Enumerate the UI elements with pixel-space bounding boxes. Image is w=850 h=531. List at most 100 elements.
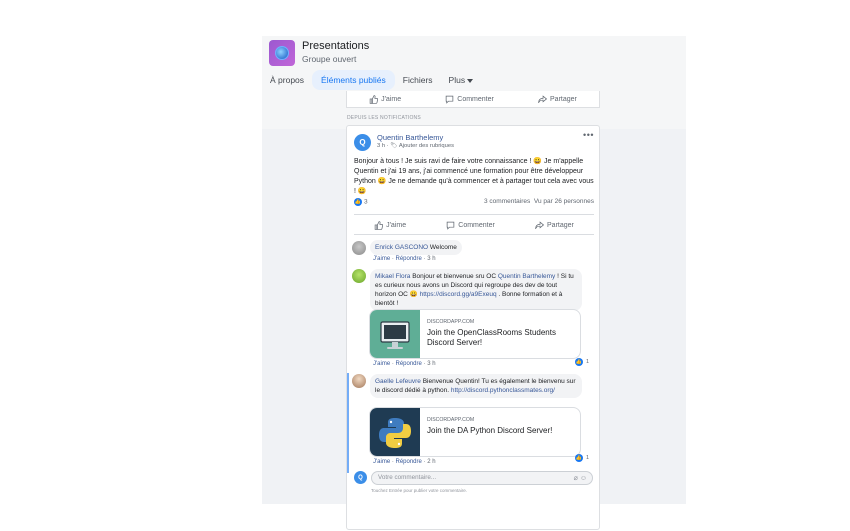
- divider: [354, 234, 594, 235]
- globe-icon: [275, 46, 289, 60]
- group-tabs: À propos Éléments publiés Fichiers Plus: [262, 69, 686, 91]
- share-icon: [535, 220, 545, 229]
- commenter-avatar[interactable]: [352, 374, 366, 388]
- comment-time[interactable]: 3 h: [427, 361, 435, 367]
- comment-time[interactable]: 2 h: [427, 459, 435, 465]
- comment-like-link[interactable]: J'aime: [373, 256, 390, 262]
- divider: [354, 214, 594, 215]
- thumbs-up-icon: [369, 94, 379, 104]
- share-button[interactable]: Partager: [538, 94, 577, 104]
- engagement-stats: 3 commentaires Vu par 26 personnes: [484, 198, 594, 206]
- like-label: J'aime: [381, 95, 402, 103]
- comment-url-link[interactable]: http://discord.pythonclassmates.org/: [451, 387, 555, 394]
- post-actions: J'aime Commenter Partager: [354, 217, 594, 233]
- comment-icon: [446, 95, 454, 104]
- commenter-avatar[interactable]: [352, 241, 366, 255]
- like-count: 3: [364, 198, 368, 206]
- comment-icon: [447, 221, 455, 230]
- compose-hint: Touchez Entrée pour publier votre commen…: [371, 488, 468, 493]
- python-logo-icon: [379, 418, 411, 448]
- comment-url-link[interactable]: https://discord.gg/a9Exeuq: [420, 291, 497, 298]
- emoji-icon[interactable]: ☺: [580, 475, 587, 482]
- comments-count[interactable]: 3 commentaires: [484, 198, 530, 205]
- comment-bubble: Enrick GASCONO Welcome: [370, 240, 462, 255]
- link-domain: DISCORDAPP.COM: [427, 417, 475, 423]
- highlight-rail: [347, 373, 349, 473]
- reaction-count: 1: [586, 359, 590, 365]
- discord-preview-image: [370, 310, 420, 358]
- views-count[interactable]: Vu par 26 personnes: [534, 198, 594, 205]
- tab-more-label: Plus: [448, 75, 466, 85]
- post-time[interactable]: 3 h ·: [377, 143, 389, 149]
- comment-button[interactable]: Commenter: [446, 221, 495, 230]
- tab-more[interactable]: Plus: [441, 70, 482, 90]
- tab-about[interactable]: À propos: [262, 70, 312, 90]
- link-preview-card[interactable]: DISCORDAPP.COM Join the OpenClassRooms S…: [369, 309, 581, 359]
- comment-button[interactable]: Commenter: [445, 95, 494, 104]
- comment-input-placeholder: Votre commentaire...: [378, 474, 437, 481]
- group-name[interactable]: Presentations: [302, 40, 369, 52]
- share-button[interactable]: Partager: [535, 220, 574, 230]
- like-badge-icon: 👍: [575, 454, 583, 462]
- comment-text: Welcome: [429, 244, 457, 251]
- group-avatar[interactable]: [269, 40, 295, 66]
- comment-reply-link[interactable]: Répondre: [396, 256, 422, 262]
- comment-reactions[interactable]: 👍 1: [575, 358, 589, 366]
- previous-post-actions: J'aime Commenter Partager: [347, 91, 599, 107]
- reaction-count[interactable]: 👍 3: [354, 198, 368, 206]
- comment-time[interactable]: 3 h: [427, 256, 435, 262]
- monitor-icon: [380, 321, 410, 349]
- add-topics-link[interactable]: Ajouter des rubriques: [399, 143, 454, 149]
- share-label: Partager: [547, 221, 574, 229]
- composer-avatar: Q: [354, 471, 367, 484]
- section-label: DEPUIS LES NOTIFICATIONS: [347, 115, 421, 121]
- comment-label: Commenter: [457, 95, 494, 103]
- link-title: Join the OpenClassRooms Students Discord…: [427, 328, 556, 347]
- post-counts: 👍 3 3 commentaires Vu par 26 personnes: [354, 198, 594, 206]
- like-button[interactable]: J'aime: [369, 94, 402, 104]
- comment-actions: J'aime · Répondre · 2 h: [373, 459, 436, 465]
- comment-reply-link[interactable]: Répondre: [396, 459, 422, 465]
- author-avatar[interactable]: Q: [354, 134, 371, 151]
- group-page: Presentations Groupe ouvert À propos Élé…: [262, 36, 686, 530]
- comment-text: Bonjour et bienvenue sru OC: [412, 273, 497, 280]
- like-badge-icon: 👍: [354, 198, 362, 206]
- comment-reply-link[interactable]: Répondre: [396, 361, 422, 367]
- comment-bubble: Mikael Flora Bonjour et bienvenue sru OC…: [370, 269, 582, 311]
- composer-icons: ⌀ ☺: [574, 473, 587, 485]
- commenter-name[interactable]: Enrick GASCONO: [375, 244, 428, 251]
- attach-icon[interactable]: ⌀: [574, 475, 578, 482]
- share-label: Partager: [550, 95, 577, 103]
- commenter-name[interactable]: Mikael Flora: [375, 273, 410, 280]
- more-options-icon[interactable]: •••: [583, 130, 594, 140]
- group-privacy: Groupe ouvert: [302, 54, 357, 64]
- commenter-avatar[interactable]: [352, 269, 366, 283]
- comment-like-link[interactable]: J'aime: [373, 361, 390, 367]
- group-header: Presentations Groupe ouvert À propos Élé…: [262, 36, 686, 129]
- caret-down-icon: [467, 78, 474, 83]
- tag-icon: 🏷: [390, 143, 398, 149]
- comment-like-link[interactable]: J'aime: [373, 459, 390, 465]
- link-title: Join the DA Python Discord Server!: [427, 426, 553, 435]
- tab-files[interactable]: Fichiers: [395, 70, 441, 90]
- comment-actions: J'aime · Répondre · 3 h: [373, 256, 436, 262]
- post-meta: 3 h · 🏷 Ajouter des rubriques: [377, 143, 454, 149]
- reaction-count: 1: [586, 455, 590, 461]
- comment-label: Commenter: [458, 221, 495, 229]
- like-badge-icon: 👍: [575, 358, 583, 366]
- link-preview-card[interactable]: DISCORDAPP.COM Join the DA Python Discor…: [369, 407, 581, 457]
- post-text: Bonjour à tous ! Je suis ravi de faire v…: [354, 158, 594, 195]
- commenter-name[interactable]: Gaelle Lefeuvre: [375, 378, 421, 385]
- mention-link[interactable]: Quentin Barthelemy: [498, 273, 555, 280]
- comment-actions: J'aime · Répondre · 3 h: [373, 361, 436, 367]
- like-button[interactable]: J'aime: [374, 220, 406, 230]
- tab-posts[interactable]: Éléments publiés: [312, 70, 395, 90]
- post-card: Q Quentin Barthelemy 3 h · 🏷 Ajouter des…: [346, 125, 600, 530]
- python-preview-image: [370, 408, 420, 456]
- thumbs-up-icon: [374, 220, 384, 230]
- post-author[interactable]: Quentin Barthelemy: [377, 133, 443, 142]
- previous-post-card: J'aime Commenter Partager: [346, 91, 600, 108]
- comment-input[interactable]: Votre commentaire... ⌀ ☺: [371, 471, 593, 485]
- link-domain: DISCORDAPP.COM: [427, 319, 475, 325]
- comment-reactions[interactable]: 👍 1: [575, 454, 589, 462]
